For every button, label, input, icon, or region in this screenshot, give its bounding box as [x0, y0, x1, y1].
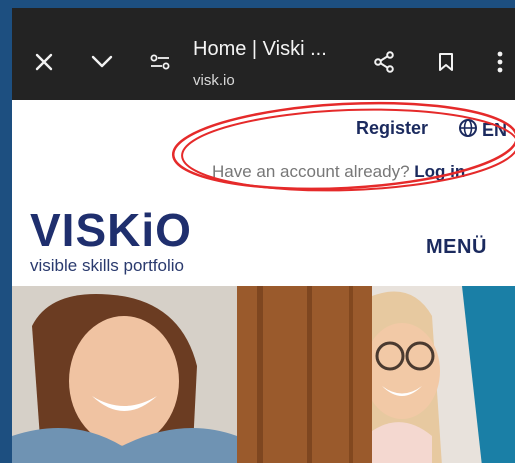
hero-photo-middle: [237, 286, 372, 463]
logo-wordmark: VISKiO: [30, 204, 192, 256]
login-link[interactable]: Log in: [414, 162, 465, 181]
bookmark-icon[interactable]: [432, 48, 460, 76]
viskio-logo[interactable]: VISKiO visible skills portfolio: [30, 204, 192, 276]
chevron-down-icon[interactable]: [88, 48, 116, 76]
tab-title[interactable]: Home | Viski ...: [193, 38, 327, 61]
language-label: EN: [482, 120, 508, 140]
url-text[interactable]: visk.io: [193, 72, 235, 89]
hero-photo-left: [12, 286, 237, 463]
globe-icon: [458, 118, 478, 143]
account-row: Have an account already? Log in: [212, 162, 465, 182]
page-info-icon[interactable]: [146, 48, 174, 76]
menu-button[interactable]: MENÜ: [426, 236, 487, 259]
account-prompt: Have an account already?: [212, 162, 410, 181]
share-icon[interactable]: [370, 48, 398, 76]
language-switcher[interactable]: EN: [458, 118, 507, 143]
more-vertical-icon[interactable]: [486, 48, 514, 76]
phone-screen: Home | Viski ... visk.io Register EN Hav…: [12, 8, 515, 463]
web-page: Register EN Have an account already? Log…: [12, 100, 515, 463]
browser-toolbar: Home | Viski ... visk.io: [12, 8, 515, 100]
hero-photo-right: [364, 286, 515, 463]
device-frame: Home | Viski ... visk.io Register EN Hav…: [0, 0, 515, 463]
hero-image: [12, 286, 515, 463]
register-link[interactable]: Register: [356, 118, 428, 139]
close-icon[interactable]: [30, 48, 58, 76]
logo-tagline: visible skills portfolio: [30, 256, 184, 275]
